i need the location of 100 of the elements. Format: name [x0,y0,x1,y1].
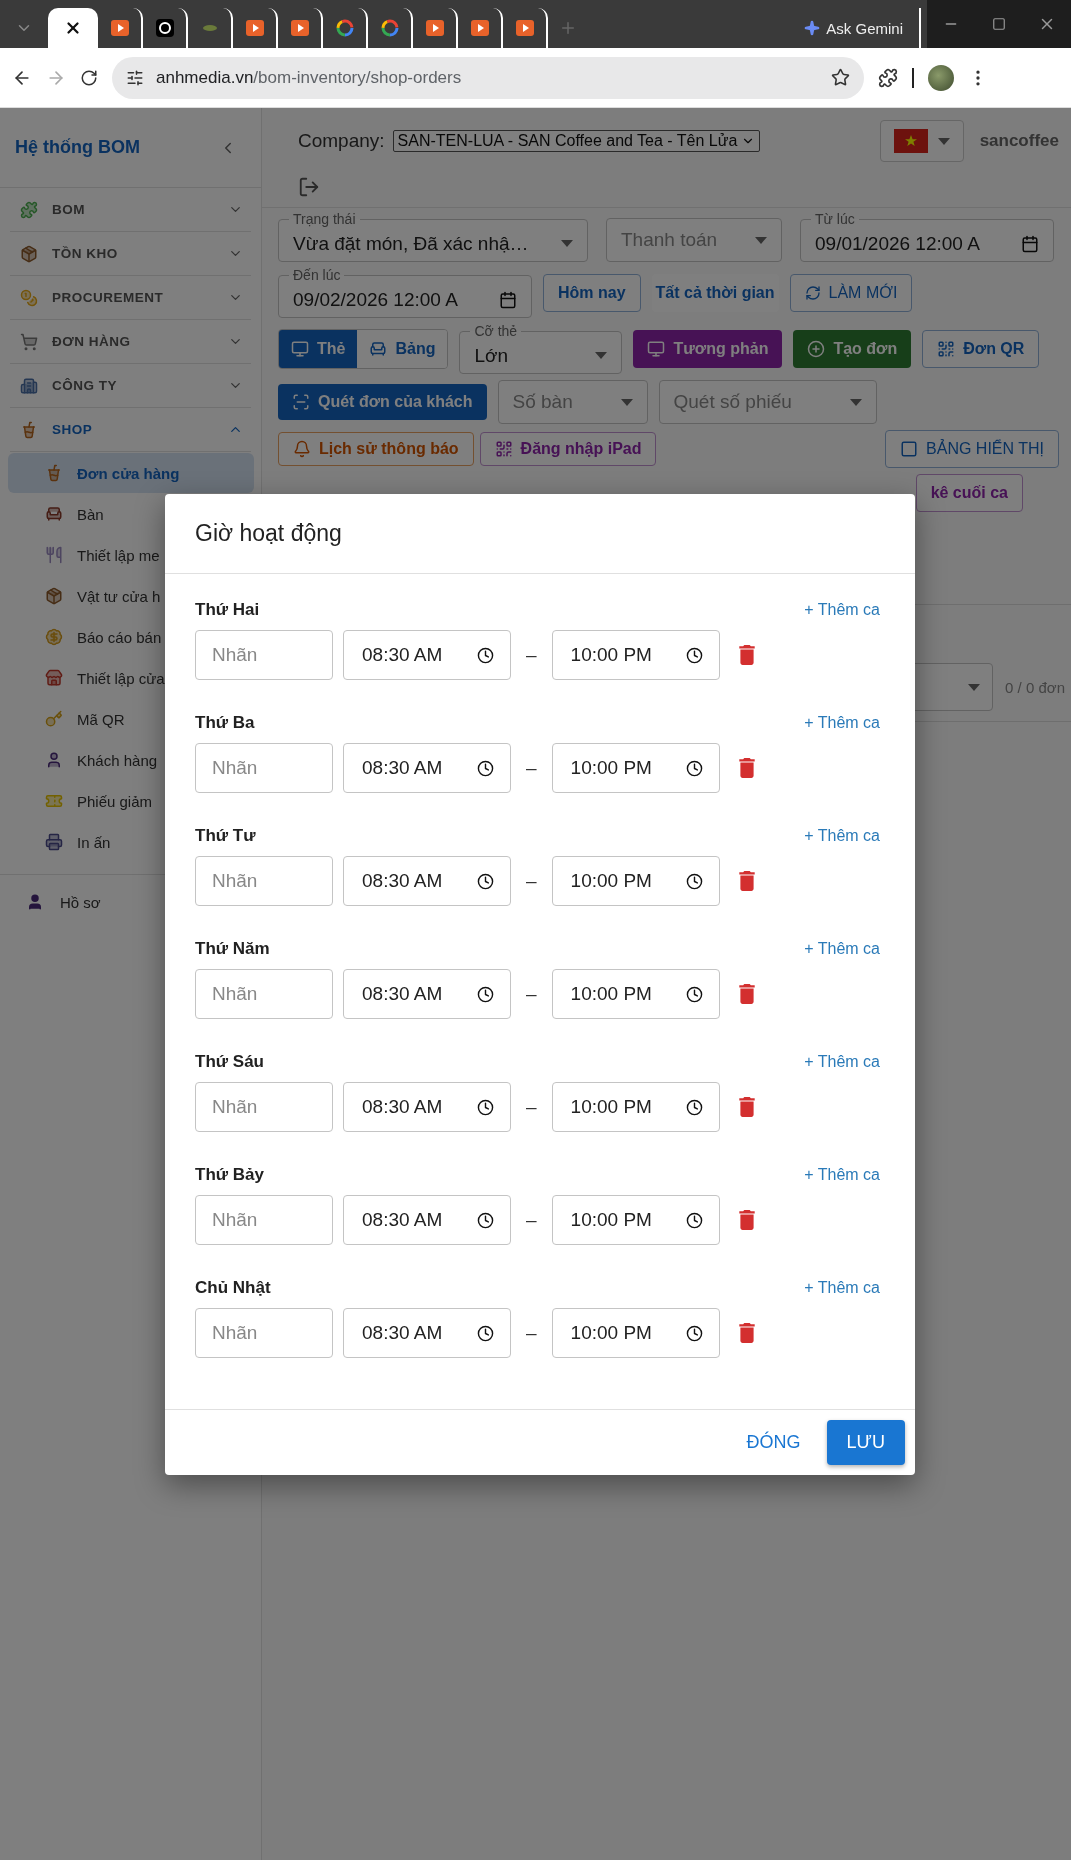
company-select[interactable]: SAN-TEN-LUA - SAN Coffee and Tea - Tên Lửa [392,130,761,152]
sidebar-item[interactable]: Bàn [8,494,106,534]
label-field[interactable]: Nhãn [195,1195,333,1245]
sidebar-item[interactable]: Báo cáo bán [8,617,164,657]
start-time-field[interactable]: 08:30 AM [343,743,511,793]
sidebar-section[interactable]: ĐƠN HÀNG [10,320,251,364]
start-time-field[interactable]: 08:30 AM [343,630,511,680]
end-time-field[interactable]: 10:00 PM [551,630,720,680]
card-size-select[interactable]: Cỡ thẻ Lớn [459,324,623,374]
clock-icon [477,872,494,890]
sidebar-item[interactable]: Mã QR [8,699,127,739]
status-select[interactable]: Trạng thái Vừa đặt món, Đã xác nhậ… [278,212,588,262]
person-icon [26,893,44,911]
ipad-login-button[interactable]: Đăng nhập iPad [479,432,657,466]
ticket-select[interactable]: Quét số phiếu [658,380,877,424]
qr-order-button[interactable]: Đơn QR [922,330,1040,368]
add-shift-link[interactable]: + Thêm ca [804,601,880,619]
sidebar-item[interactable]: Thiết lập cửa [8,658,167,698]
table-icon [369,340,388,358]
sidebar-item[interactable]: Phiếu giảm [8,781,155,821]
create-order-button[interactable]: Tạo đơn [793,330,912,368]
extensions-icon[interactable] [878,67,898,88]
refresh-button[interactable]: LÀM MỚI [789,274,913,312]
day-name: Thứ Năm [195,939,270,959]
dash: – [525,757,538,779]
address-bar[interactable]: anhmedia.vn/bom-inventory/shop-orders [112,56,864,99]
end-time-field[interactable]: 10:00 PM [551,969,720,1019]
today-button[interactable]: Hôm nay [543,274,641,312]
sidebar-item[interactable]: Khách hàng [8,740,160,780]
view-toggle[interactable]: Thẻ [279,330,358,368]
calendar-icon [1021,234,1039,253]
dash: – [525,644,538,666]
clock-icon [477,646,494,664]
start-time-field[interactable]: 08:30 AM [343,1308,511,1358]
start-time-field[interactable]: 08:30 AM [343,856,511,906]
add-shift-link[interactable]: + Thêm ca [804,1279,880,1297]
shift-report-button[interactable]: kê cuối ca [915,474,1023,512]
sidebar-item[interactable]: Đơn cửa hàng [8,453,254,493]
start-time-field[interactable]: 08:30 AM [343,1195,511,1245]
table-select[interactable]: Số bàn [497,380,648,424]
payment-select[interactable]: Thanh toán [606,218,782,262]
sidebar-section[interactable]: PROCUREMENT [10,276,251,320]
add-shift-link[interactable]: + Thêm ca [804,940,880,958]
display-board-button[interactable]: BẢNG HIỂN THỊ [885,430,1059,468]
start-time-field[interactable]: 08:30 AM [343,1082,511,1132]
scan-order-button[interactable]: Quét đơn của khách [278,384,487,420]
language-select[interactable] [879,120,964,162]
clock-icon [685,1324,703,1342]
monitor-icon [291,340,309,358]
label-field[interactable]: Nhãn [195,743,333,793]
site-settings-icon[interactable] [126,68,144,87]
add-shift-link[interactable]: + Thêm ca [804,1166,880,1184]
scan-icon [292,393,310,411]
close-icon[interactable] [64,19,82,37]
start-time-field[interactable]: 08:30 AM [343,969,511,1019]
dash: – [525,983,538,1005]
add-shift-link[interactable]: + Thêm ca [804,827,880,845]
label-field[interactable]: Nhãn [195,969,333,1019]
company-label: Company: [298,130,385,152]
sidebar-item[interactable]: Thiết lập me [8,535,162,575]
save-button[interactable]: LƯU [826,1420,905,1465]
logout-icon[interactable] [298,176,320,198]
reload-icon[interactable] [80,68,98,87]
sidebar-section[interactable]: BOM [10,188,251,232]
restore-icon[interactable] [992,17,1006,31]
from-date-field[interactable]: Từ lúc 09/01/2026 12:00 A [800,212,1054,262]
to-date-field[interactable]: Đến lúc 09/02/2026 12:00 A [278,268,532,318]
bookmark-icon[interactable] [831,68,850,87]
calendar-icon [499,290,517,309]
threads-icon [154,18,175,38]
sidebar-item[interactable]: In ấn [8,822,113,862]
label-field[interactable]: Nhãn [195,630,333,680]
end-time-field[interactable]: 10:00 PM [551,743,720,793]
dropdown-caret-icon [595,352,608,359]
day-name: Thứ Hai [195,600,260,620]
label-field[interactable]: Nhãn [195,856,333,906]
label-field[interactable]: Nhãn [195,1308,333,1358]
clock-icon [685,759,703,777]
url-text: anhmedia.vn/bom-inventory/shop-orders [156,67,463,88]
label-field[interactable]: Nhãn [195,1082,333,1132]
sidebar-section[interactable]: SHOP [10,408,251,452]
end-time-field[interactable]: 10:00 PM [551,1195,720,1245]
end-time-field[interactable]: 10:00 PM [551,1082,720,1132]
close-button[interactable]: ĐÓNG [734,1424,813,1461]
sidebar-section[interactable]: CÔNG TY [10,364,251,408]
sidebar-item[interactable]: Vật tư cửa h [8,576,163,616]
monitor-icon [647,340,666,358]
add-shift-link[interactable]: + Thêm ca [804,714,880,732]
end-time-field[interactable]: 10:00 PM [551,1308,720,1358]
sidebar-section[interactable]: TỒN KHO [10,232,251,276]
sidebar-item[interactable]: Hồ sơ [0,875,105,929]
bell-icon [293,440,311,458]
clock-icon [477,1324,494,1342]
play-icon [469,18,490,38]
notification-history-button[interactable]: Lịch sử thông báo [278,432,474,466]
contrast-button[interactable]: Tương phản [633,330,783,368]
add-shift-link[interactable]: + Thêm ca [804,1053,880,1071]
end-time-field[interactable]: 10:00 PM [551,856,720,906]
browser-tab[interactable] [48,8,98,48]
profile-avatar[interactable] [928,64,954,91]
